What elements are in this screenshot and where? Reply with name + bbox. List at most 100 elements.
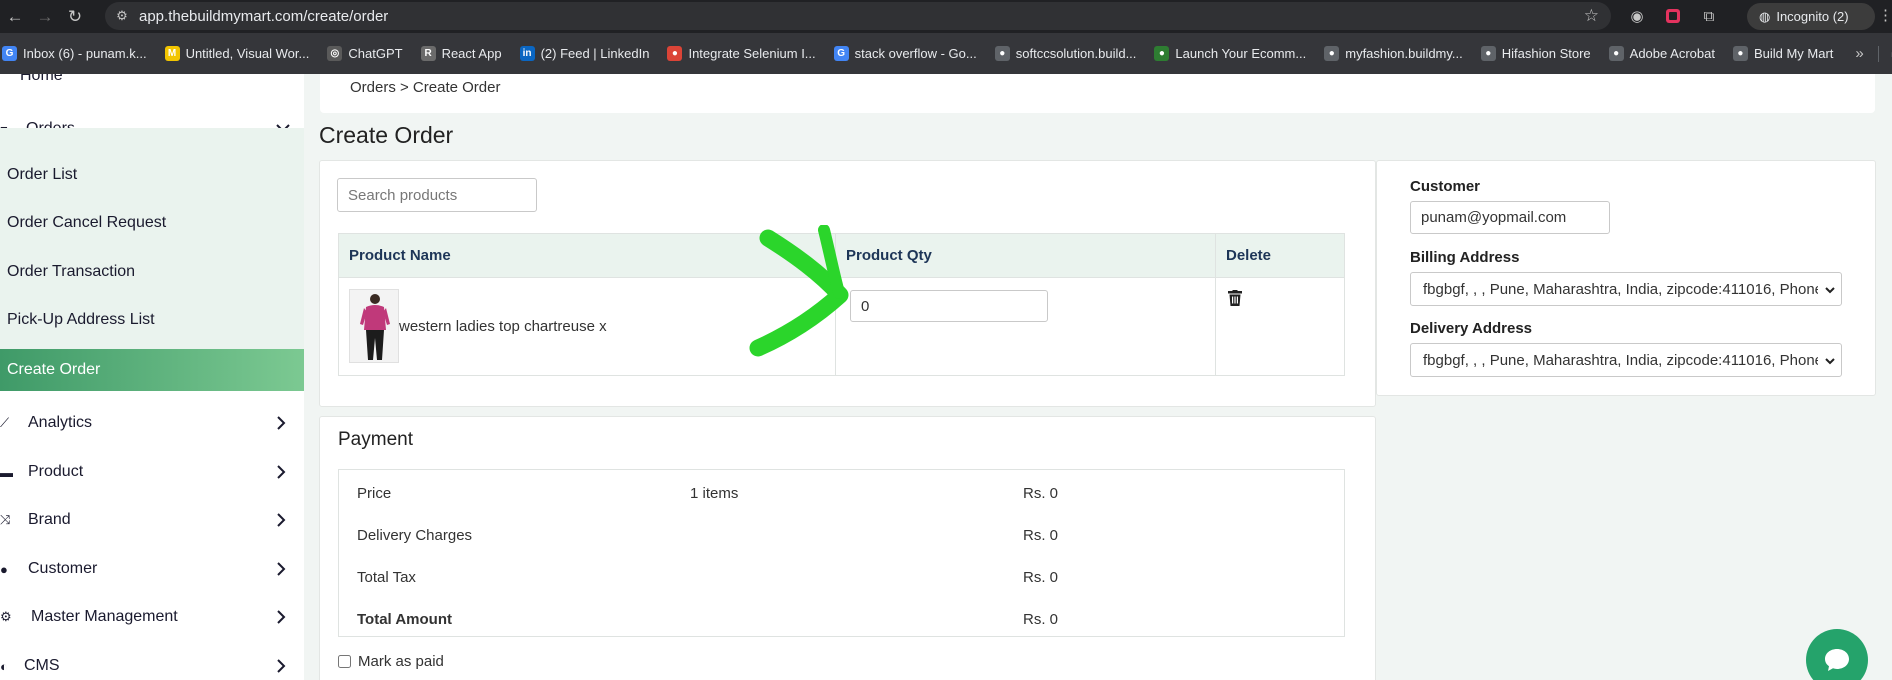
sidebar-item-label: Customer — [28, 560, 98, 577]
sidebar-item-label: Home — [20, 74, 63, 84]
all-bookmarks-button[interactable]: ▭All Bookmarks — [1877, 45, 1892, 62]
breadcrumb[interactable]: Orders > Create Order — [350, 79, 500, 96]
table-header-row — [339, 234, 1344, 278]
sidebar-item-pickup-address-list[interactable]: Pick-Up Address List — [0, 308, 304, 332]
delivery-address-select[interactable]: fbgbgf, , , Pune, Maharashtra, India, zi… — [1410, 343, 1842, 377]
column-header-product-qty: Product Qty — [846, 247, 932, 264]
payment-amount: Rs. 0 — [1023, 611, 1059, 628]
chevron-right-icon — [277, 465, 286, 479]
url-text[interactable]: app.thebuildmymart.com/create/order — [139, 8, 388, 25]
reload-icon[interactable]: ↻ — [60, 0, 90, 33]
payment-label: Delivery Charges — [357, 527, 473, 544]
bookmark-item[interactable]: M Untitled, Visual Wor... — [164, 46, 310, 61]
sidebar-item-label: CMS — [24, 657, 60, 674]
chevron-down-icon — [1825, 287, 1835, 294]
main-content: Orders > Create Order Create Order Produ… — [304, 74, 1892, 680]
sidebar-item-master-management[interactable]: ⚙ Master Management — [0, 605, 304, 629]
search-products-input[interactable] — [337, 178, 537, 212]
more-bookmarks-icon[interactable]: » — [1855, 45, 1863, 62]
bookmark-star-icon[interactable]: ☆ — [1584, 6, 1599, 26]
bookmark-item[interactable]: R React App — [420, 46, 502, 61]
bookmark-item[interactable]: ● softccsolution.build... — [994, 46, 1136, 61]
billing-address-select[interactable]: fbgbgf, , , Pune, Maharashtra, India, zi… — [1410, 272, 1842, 306]
payment-amount: Rs. 0 — [1023, 527, 1059, 544]
bookmark-item[interactable]: G Inbox (6) - punam.k... — [2, 46, 147, 61]
sidebar: Home ■ Orders Order List Order Cancel Re… — [0, 74, 304, 680]
sidebar-item-label: Pick-Up Address List — [7, 311, 155, 328]
chevron-down-icon — [1825, 358, 1835, 365]
sidebar-item-customer[interactable]: ● Customer — [0, 557, 304, 581]
incognito-label: Incognito (2) — [1776, 9, 1849, 24]
delivery-address-label: Delivery Address — [1410, 320, 1533, 337]
bookmark-label: Launch Your Ecomm... — [1175, 46, 1307, 61]
payment-amount: Rs. 0 — [1023, 485, 1059, 502]
extensions-puzzle-icon[interactable]: ⧉ — [1699, 6, 1719, 26]
bookmark-label: (2) Feed | LinkedIn — [540, 46, 650, 61]
payment-label: Total Tax — [357, 569, 416, 586]
bookmarks-bar: G Inbox (6) - punam.k... M Untitled, Visual… — [0, 33, 1892, 74]
shopify-icon: ● — [1154, 46, 1170, 61]
sidebar-item-cms[interactable]: ◐ CMS — [0, 654, 304, 678]
customer-card: Customer Billing Address fbgbgf, , , Pun… — [1376, 160, 1876, 396]
site-info-icon[interactable]: ⚙ — [105, 8, 139, 24]
bookmark-label: ChatGPT — [348, 46, 403, 61]
sidebar-item-product[interactable]: ▬ Product — [0, 460, 304, 484]
browser-menu-icon[interactable]: ⋮ — [1878, 6, 1892, 24]
sidebar-item-analytics[interactable]: ⟋ Analytics — [0, 411, 304, 435]
bookmark-item[interactable]: ● Build My Mart — [1732, 46, 1833, 61]
breadcrumb-bar: Orders > Create Order — [320, 74, 1875, 113]
cms-icon: ◐ — [0, 658, 8, 674]
bookmark-item[interactable]: ● Hifashion Store — [1480, 46, 1591, 61]
chevron-right-icon — [277, 562, 286, 576]
payment-items-count: 1 items — [690, 485, 739, 502]
sidebar-item-label: Order Cancel Request — [7, 214, 167, 231]
sidebar-item-label: Create Order — [7, 361, 101, 378]
bookmark-label: Adobe Acrobat — [1629, 46, 1715, 61]
sidebar-item-brand[interactable]: ⤨ Brand — [0, 508, 304, 532]
address-bar[interactable]: ⚙ app.thebuildmymart.com/create/order ☆ — [105, 2, 1611, 30]
mark-as-paid-label: Mark as paid — [358, 653, 444, 670]
customer-email-input[interactable] — [1410, 201, 1610, 234]
payment-amount: Rs. 0 — [1023, 569, 1059, 586]
globe-icon: ● — [1732, 46, 1748, 61]
page-title: Create Order — [319, 122, 454, 148]
chevron-right-icon — [277, 659, 286, 673]
sidebar-item-order-transaction[interactable]: Order Transaction — [0, 260, 304, 284]
forward-icon[interactable]: → — [30, 0, 60, 33]
bookmark-item[interactable]: ● Integrate Selenium I... — [667, 46, 816, 61]
sidebar-item-label: Order Transaction — [7, 263, 136, 280]
sidebar-item-home[interactable]: Home — [0, 74, 304, 86]
sidebar-item-order-list[interactable]: Order List — [0, 163, 304, 187]
sidebar-item-create-order[interactable]: Create Order — [0, 349, 304, 391]
bookmark-item[interactable]: ● Launch Your Ecomm... — [1154, 46, 1306, 61]
trash-icon[interactable] — [1228, 290, 1242, 306]
bookmark-label: Untitled, Visual Wor... — [185, 46, 310, 61]
delivery-address-value: fbgbgf, , , Pune, Maharashtra, India, zi… — [1423, 351, 1818, 369]
bookmark-label: Integrate Selenium I... — [688, 46, 816, 61]
chevron-right-icon — [277, 513, 286, 527]
product-qty-input[interactable] — [850, 290, 1048, 322]
bookmark-label: stack overflow - Go... — [854, 46, 977, 61]
bookmark-item[interactable]: ◎ ChatGPT — [327, 46, 403, 61]
payment-title: Payment — [338, 429, 413, 450]
payment-label: Price — [357, 485, 392, 502]
payment-label: Total Amount — [357, 611, 452, 628]
column-header-product-name: Product Name — [349, 247, 451, 264]
brand-icon: ⤨ — [0, 512, 11, 527]
bookmark-item[interactable]: ● Adobe Acrobat — [1608, 46, 1715, 61]
sidebar-item-label: Product — [28, 463, 84, 480]
extension-icon[interactable]: ◉ — [1627, 6, 1647, 26]
bookmark-item[interactable]: in (2) Feed | LinkedIn — [519, 46, 650, 61]
incognito-button[interactable]: ◍ Incognito (2) — [1747, 3, 1875, 30]
sidebar-item-order-cancel-request[interactable]: Order Cancel Request — [0, 211, 304, 235]
bookmark-item[interactable]: ● myfashion.buildmy... — [1324, 46, 1463, 61]
extension-red-icon[interactable] — [1663, 6, 1683, 26]
sidebar-item-label: Master Management — [31, 608, 178, 625]
chevron-right-icon — [277, 610, 286, 624]
product-name: western ladies top chartreuse x — [399, 318, 607, 335]
mark-as-paid-checkbox[interactable] — [338, 655, 351, 668]
back-icon[interactable]: ← — [0, 0, 30, 33]
mark-as-paid[interactable]: Mark as paid — [338, 653, 444, 670]
globe-icon: ● — [994, 46, 1010, 61]
bookmark-item[interactable]: Gstack overflow - Go... — [833, 46, 977, 61]
